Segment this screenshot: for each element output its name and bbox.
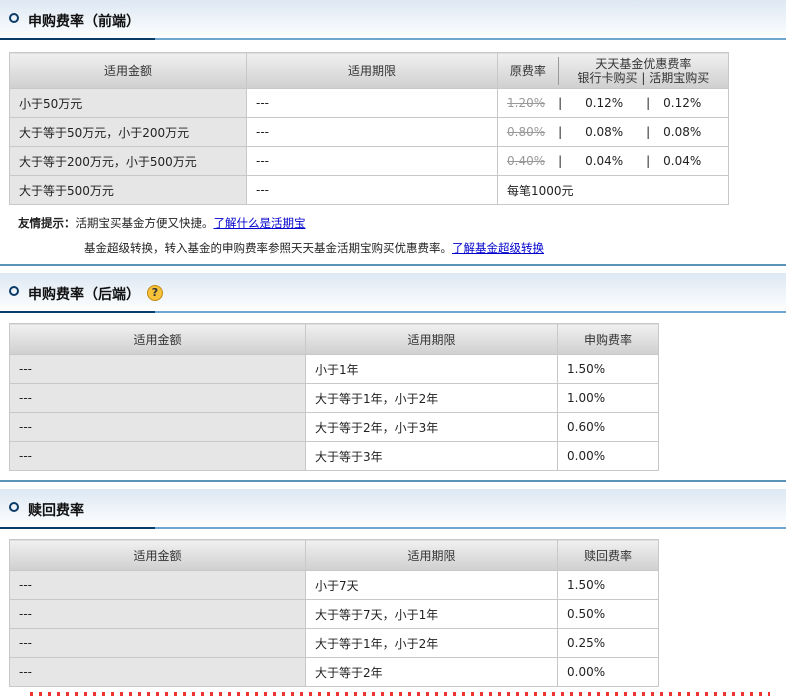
period-cell: 小于7天: [305, 570, 558, 600]
table-row: --- 大于等于3年 0.00%: [9, 441, 659, 471]
section-header-back-fee: 申购费率（后端） ?: [0, 273, 786, 313]
tips-line-2: 基金超级转换，转入基金的申购费率参照天天基金活期宝购买优惠费率。了解基金超级转换: [84, 240, 544, 256]
header-orig-rate: 原费率: [509, 63, 546, 78]
circle-bullet-icon: [9, 286, 19, 296]
redeem-fee-table: 适用金额 适用期限 赎回费率 --- 小于7天 1.50% --- 大于等于7天，小于1年…: [9, 539, 659, 687]
tips-text: 基金超级转换，转入基金的申购费率参照天天基金活期宝购买优惠费率。: [84, 241, 452, 255]
separator: |: [558, 154, 563, 168]
table-row: 大于等于200万元，小于500万元 --- 0.40% | 0.04% | 0.04%: [9, 146, 729, 176]
period-cell: 大于等于1年，小于2年: [305, 628, 558, 658]
header-card: 银行卡购买: [577, 70, 638, 85]
hqb-rate: 0.04%: [663, 154, 702, 168]
section-header-front-fee: 申购费率（前端）: [0, 0, 786, 40]
rate-cell: 0.00%: [557, 657, 659, 687]
period-cell: 大于等于2年: [305, 657, 558, 687]
front-fee-table: 适用金额 适用期限 原费率 天天基金优惠费率 银行卡购买 | 活期宝购买 小于5…: [9, 52, 729, 205]
section-title: 申购费率（前端）: [28, 14, 140, 30]
header-amount: 适用金额: [9, 539, 306, 571]
header-amount: 适用金额: [9, 323, 306, 355]
cutoff-red-text: [30, 692, 770, 696]
header-period: 适用期限: [305, 323, 558, 355]
rate-cell: 1.50%: [557, 354, 659, 384]
card-rate: 0.04%: [585, 154, 624, 168]
header-rate: 赎回费率: [557, 539, 659, 571]
period-cell: ---: [246, 88, 498, 118]
period-cell: ---: [246, 117, 498, 147]
separator: |: [558, 125, 563, 139]
period-cell: ---: [246, 175, 498, 205]
rate-cell: 每笔1000元: [497, 175, 729, 205]
period-cell: 大于等于7天，小于1年: [305, 599, 558, 629]
table-row: --- 大于等于1年，小于2年 0.25%: [9, 628, 659, 658]
amount-cell: ---: [9, 441, 306, 471]
table-row: 小于50万元 --- 1.20% | 0.12% | 0.12%: [9, 88, 729, 118]
table-row: --- 大于等于1年，小于2年 1.00%: [9, 383, 659, 413]
orig-rate: 0.40%: [507, 154, 546, 168]
rate-cell: 0.00%: [557, 441, 659, 471]
section-title: 赎回费率: [28, 503, 84, 519]
back-fee-table: 适用金额 适用期限 申购费率 --- 小于1年 1.50% --- 大于等于1年，小于2年…: [9, 323, 659, 471]
amount-cell: 大于等于500万元: [9, 175, 247, 205]
circle-bullet-icon: [9, 502, 19, 512]
orig-rate: 0.80%: [507, 125, 546, 139]
amount-cell: ---: [9, 628, 306, 658]
rate-cell: 0.60%: [557, 412, 659, 442]
header-discount: 天天基金优惠费率: [595, 56, 692, 71]
amount-cell: 大于等于200万元，小于500万元: [9, 146, 247, 176]
amount-cell: ---: [9, 570, 306, 600]
orig-rate: 1.20%: [507, 96, 546, 110]
period-cell: 大于等于3年: [305, 441, 558, 471]
rate-cell: 0.25%: [557, 628, 659, 658]
card-rate: 0.08%: [585, 125, 624, 139]
hqb-rate: 0.12%: [663, 96, 702, 110]
amount-cell: ---: [9, 354, 306, 384]
header-rate: 申购费率: [557, 323, 659, 355]
learn-super-convert-link[interactable]: 了解基金超级转换: [452, 241, 544, 255]
rate-cell: 0.80% | 0.08% | 0.08%: [497, 117, 729, 147]
rate-cell: 0.40% | 0.04% | 0.04%: [497, 146, 729, 176]
amount-cell: 小于50万元: [9, 88, 247, 118]
divider: [0, 264, 786, 266]
rate-cell: 1.50%: [557, 570, 659, 600]
period-cell: 小于1年: [305, 354, 558, 384]
header-period: 适用期限: [305, 539, 558, 571]
section-header-redeem-fee: 赎回费率: [0, 489, 786, 529]
rate-cell: 0.50%: [557, 599, 659, 629]
rate-cell: 1.00%: [557, 383, 659, 413]
tips-line-1: 友情提示：活期宝买基金方便又快捷。了解什么是活期宝: [18, 215, 306, 231]
separator: |: [646, 125, 651, 139]
table-row: --- 大于等于7天，小于1年 0.50%: [9, 599, 659, 629]
period-cell: 大于等于1年，小于2年: [305, 383, 558, 413]
header-amount: 适用金额: [9, 52, 247, 89]
divider: [0, 480, 786, 482]
amount-cell: 大于等于50万元，小于200万元: [9, 117, 247, 147]
tips-text: 活期宝买基金方便又快捷。: [75, 216, 214, 230]
help-icon[interactable]: ?: [147, 285, 163, 301]
separator: |: [646, 154, 651, 168]
card-rate: 0.12%: [585, 96, 624, 110]
amount-cell: ---: [9, 599, 306, 629]
amount-cell: ---: [9, 657, 306, 687]
learn-hqb-link[interactable]: 了解什么是活期宝: [214, 216, 306, 230]
header-rates: 原费率 天天基金优惠费率 银行卡购买 | 活期宝购买: [497, 52, 729, 89]
table-row: --- 大于等于2年，小于3年 0.60%: [9, 412, 659, 442]
header-period: 适用期限: [246, 52, 498, 89]
table-row: --- 大于等于2年 0.00%: [9, 657, 659, 687]
amount-cell: ---: [9, 383, 306, 413]
period-cell: ---: [246, 146, 498, 176]
table-row: --- 小于7天 1.50%: [9, 570, 659, 600]
hqb-rate: 0.08%: [663, 125, 702, 139]
table-row: 大于等于50万元，小于200万元 --- 0.80% | 0.08% | 0.08%: [9, 117, 729, 147]
period-cell: 大于等于2年，小于3年: [305, 412, 558, 442]
table-row: --- 小于1年 1.50%: [9, 354, 659, 384]
tips-label: 友情提示：: [18, 216, 76, 230]
separator: |: [646, 96, 651, 110]
circle-bullet-icon: [9, 13, 19, 23]
table-row: 大于等于500万元 --- 每笔1000元: [9, 175, 729, 205]
rate-cell: 1.20% | 0.12% | 0.12%: [497, 88, 729, 118]
amount-cell: ---: [9, 412, 306, 442]
header-hqb: 活期宝购买: [649, 70, 710, 85]
separator: |: [558, 96, 563, 110]
section-title: 申购费率（后端）: [28, 287, 140, 303]
